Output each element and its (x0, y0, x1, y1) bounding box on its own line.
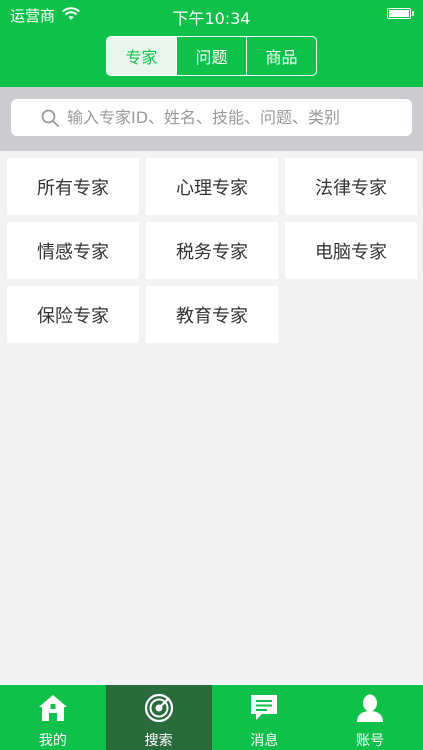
search-input[interactable] (67, 108, 407, 127)
segment-products[interactable]: 商品 (247, 37, 316, 75)
category-education-experts[interactable]: 教育专家 (146, 286, 278, 343)
status-time: 下午10:34 (172, 9, 251, 28)
tab-search-label: 搜索 (144, 733, 173, 749)
category-tax-experts[interactable]: 税务专家 (146, 222, 278, 279)
category-grid: 所有专家 心理专家 法律专家 情感专家 税务专家 电脑专家 保险专家 教育专家 (7, 158, 417, 343)
search-box[interactable] (11, 99, 412, 136)
segment-questions[interactable]: 问题 (177, 37, 247, 75)
category-legal-experts[interactable]: 法律专家 (285, 158, 417, 215)
segment-experts[interactable]: 专家 (107, 37, 177, 75)
category-psychology-experts[interactable]: 心理专家 (146, 158, 278, 215)
tab-mine-label: 我的 (38, 733, 67, 749)
tab-bar: 我的 搜索 消息 账号 (0, 685, 423, 750)
tab-search[interactable]: 搜索 (105, 685, 212, 750)
category-insurance-experts[interactable]: 保险专家 (7, 286, 139, 343)
category-relationship-experts[interactable]: 情感专家 (7, 222, 139, 279)
segmented-control: 专家 问题 商品 (106, 36, 317, 76)
status-bar: 运营商 下午10:34 (0, 0, 423, 30)
user-icon (357, 694, 384, 722)
category-all-experts[interactable]: 所有专家 (7, 158, 139, 215)
battery-icon (387, 8, 414, 19)
header: 运营商 下午10:34 专家 问题 商品 (0, 0, 423, 87)
search-bar (0, 87, 423, 151)
tab-messages-label: 消息 (250, 733, 279, 749)
tab-mine[interactable]: 我的 (0, 685, 106, 750)
tab-account-label: 账号 (356, 733, 385, 749)
category-computer-experts[interactable]: 电脑专家 (285, 222, 417, 279)
tab-account[interactable]: 账号 (317, 685, 423, 750)
tab-messages[interactable]: 消息 (212, 685, 318, 750)
search-icon (41, 109, 59, 127)
home-icon (38, 695, 67, 721)
radar-icon (144, 693, 173, 723)
chat-icon (251, 695, 278, 720)
